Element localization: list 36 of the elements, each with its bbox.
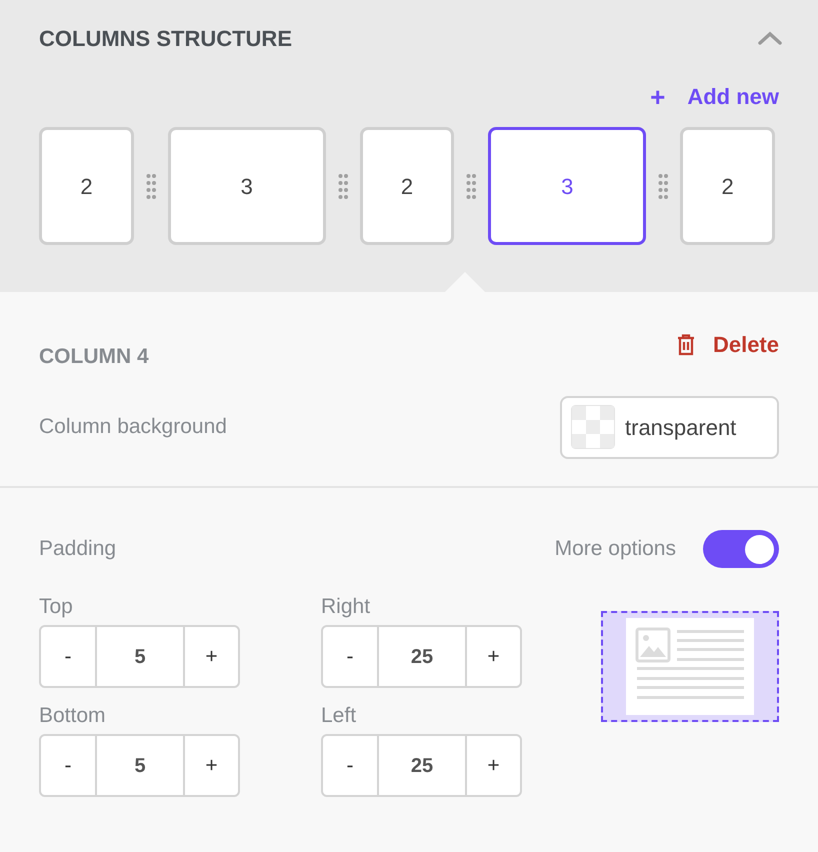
increment-button[interactable]: + <box>467 627 520 686</box>
more-options-label: More options <box>554 536 676 562</box>
decrement-button[interactable]: - <box>323 627 379 686</box>
column-title: COLUMN 4 <box>39 344 149 370</box>
column-block[interactable]: 3 <box>488 127 646 245</box>
column-block[interactable]: 3 <box>168 127 326 245</box>
section-title: COLUMNS STRUCTURE <box>39 24 292 52</box>
padding-input[interactable]: 25 <box>379 736 467 795</box>
padding-stepper[interactable]: - 5 + <box>39 625 240 688</box>
column-block[interactable]: 2 <box>39 127 134 245</box>
padding-stepper[interactable]: - 25 + <box>321 734 522 797</box>
column-block[interactable]: 2 <box>360 127 454 245</box>
delete-button[interactable]: Delete <box>676 328 779 361</box>
padding-field-label: Top <box>39 594 74 617</box>
decrement-button[interactable]: - <box>323 736 379 795</box>
trash-icon <box>676 334 695 356</box>
padding-label: Padding <box>39 536 116 562</box>
increment-button[interactable]: + <box>185 627 238 686</box>
add-new-button[interactable]: + Add new <box>650 80 779 113</box>
padding-field-label: Left <box>321 703 358 726</box>
increment-button[interactable]: + <box>185 736 238 795</box>
decrement-button[interactable]: - <box>41 627 97 686</box>
more-options-toggle[interactable] <box>703 530 779 568</box>
padding-field-label: Right <box>321 594 372 617</box>
padding-input[interactable]: 5 <box>97 627 185 686</box>
padding-input[interactable]: 5 <box>97 736 185 795</box>
padding-input[interactable]: 25 <box>379 627 467 686</box>
background-label: Column background <box>39 414 227 440</box>
decrement-button[interactable]: - <box>41 736 97 795</box>
padding-field-label: Bottom <box>39 703 107 726</box>
padding-stepper[interactable]: - 5 + <box>39 734 240 797</box>
increment-button[interactable]: + <box>467 736 520 795</box>
background-color-picker[interactable]: transparent <box>560 396 779 458</box>
transparent-swatch-icon <box>571 405 615 449</box>
padding-stepper[interactable]: - 25 + <box>321 625 522 688</box>
column-block[interactable]: 2 <box>680 127 775 245</box>
